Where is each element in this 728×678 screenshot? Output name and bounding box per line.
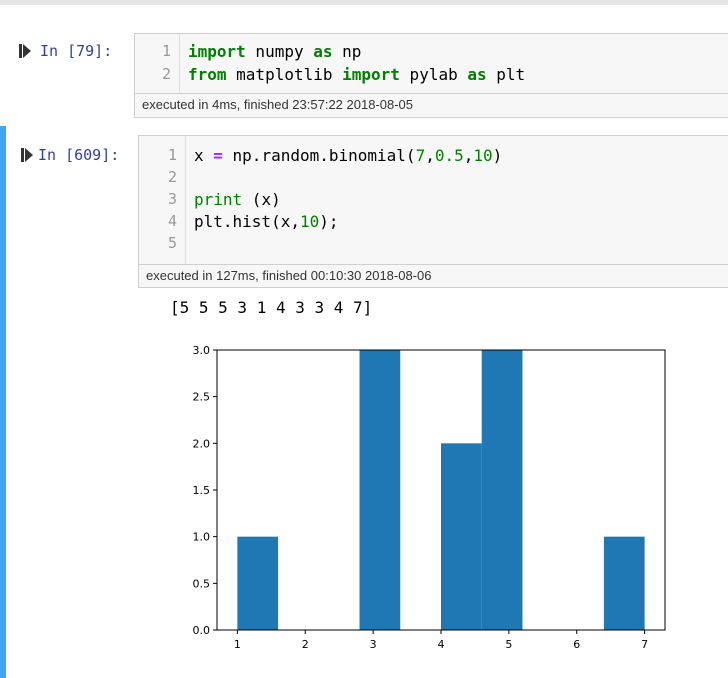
line-number: 2 [161, 65, 171, 83]
y-tick-label: 1.0 [193, 531, 211, 544]
cell-prompt: In [79]: [40, 42, 113, 60]
cell-prompt: In [609]: [38, 146, 120, 164]
code-token: matplotlib [226, 65, 343, 84]
code-token: import [188, 42, 246, 61]
x-tick-label: 5 [505, 638, 512, 651]
line-number: 1 [161, 42, 171, 60]
x-tick-label: 7 [641, 638, 648, 651]
line-number: 3 [167, 190, 177, 208]
line-number-gutter: 1 2 3 4 5 [139, 136, 186, 264]
histogram-chart: 0.0 0.5 1.0 1.5 2.0 2.5 3.0 1 2 3 4 5 6 7 [193, 344, 666, 651]
y-tick-label: 0.0 [193, 624, 211, 637]
histogram-bar [441, 443, 482, 630]
code-line: x = np.random.binomial(7,0.5,10) [194, 146, 502, 165]
code-token: np.random.binomial( [222, 146, 416, 165]
histogram-bar [359, 350, 401, 630]
y-tick-label: 0.5 [193, 577, 211, 590]
code-token: x [194, 146, 214, 165]
cell-stdout: [5 5 5 3 1 4 3 3 4 7] [170, 298, 373, 317]
code-token: as [467, 65, 487, 84]
notebook-top-divider [0, 0, 728, 5]
code-token: , [463, 146, 474, 165]
y-tick-label: 3.0 [193, 344, 211, 357]
x-tick-label: 2 [302, 638, 309, 651]
code-token: plt [486, 65, 526, 84]
code-token: 0.5 [434, 146, 464, 165]
line-number: 4 [167, 212, 177, 230]
code-token: 10 [473, 146, 493, 165]
code-token: (x) [242, 190, 281, 209]
code-cell-2[interactable]: In [609]: 1 2 3 4 5 x = np.random.binomi… [0, 126, 728, 678]
x-tick-label: 4 [438, 638, 445, 651]
code-token: print [194, 190, 243, 209]
code-token: import [342, 65, 400, 84]
code-token: as [313, 42, 333, 61]
line-number-gutter: 1 2 [135, 34, 180, 93]
code-token: np [332, 42, 362, 61]
x-tick-label: 6 [573, 638, 580, 651]
code-token: plt.hist(x, [194, 212, 300, 231]
run-cell-icon[interactable] [21, 148, 33, 162]
code-token: ) [492, 146, 503, 165]
histogram-bar [481, 350, 523, 630]
code-token: numpy [245, 42, 314, 61]
code-line: print (x) [194, 190, 281, 209]
y-tick-label: 2.5 [193, 391, 211, 404]
line-number: 2 [167, 168, 177, 186]
x-tick-label: 1 [234, 638, 241, 651]
code-token: , [425, 146, 435, 165]
code-token: 10 [299, 212, 320, 231]
code-token: ); [319, 212, 339, 231]
code-cell-1[interactable]: In [79]: 1 2 import numpy as np from mat… [0, 28, 728, 120]
run-cell-icon[interactable] [19, 44, 31, 58]
code-token: pylab [399, 65, 468, 84]
line-number: 1 [167, 146, 177, 164]
line-number: 5 [167, 234, 177, 252]
histogram-bar [603, 536, 645, 630]
y-tick-label: 1.5 [193, 484, 211, 497]
code-token: = [213, 146, 223, 165]
execution-info: executed in 4ms, finished 23:57:22 2018-… [134, 94, 728, 118]
histogram-bar [237, 536, 279, 630]
execution-info: executed in 127ms, finished 00:10:30 201… [138, 265, 728, 288]
code-line: from matplotlib import pylab as plt [188, 65, 525, 84]
x-tick-label: 3 [370, 638, 377, 651]
code-token: from [188, 65, 227, 84]
code-token: 7 [415, 146, 426, 165]
code-editor[interactable]: 1 2 import numpy as np from matplotlib i… [134, 33, 728, 94]
code-line: import numpy as np [188, 42, 361, 61]
code-line: plt.hist(x,10); [194, 212, 339, 231]
code-editor[interactable]: 1 2 3 4 5 x = np.random.binomial(7,0.5,1… [138, 135, 728, 265]
y-tick-label: 2.0 [193, 437, 211, 450]
